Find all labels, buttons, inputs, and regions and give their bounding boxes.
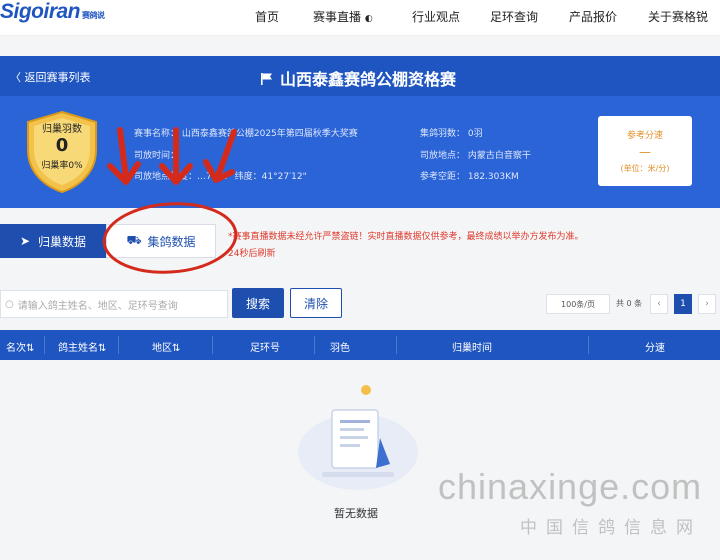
- search-icon: ○: [5, 298, 14, 310]
- tab-returned-data[interactable]: ➤ 归巢数据: [0, 224, 106, 258]
- search-button[interactable]: 搜索: [232, 288, 284, 318]
- release-time: 司放时间：: [134, 151, 180, 161]
- returned-count-value: 0: [55, 135, 69, 156]
- nav-item-opinion[interactable]: 行业观点: [412, 8, 460, 25]
- release-place: 司放地点： 内蒙古白音察干: [420, 151, 531, 161]
- results-table-header: 名次⇅ 鸽主姓名⇅ 地区⇅ 足环号 羽色 归巢时间 分速: [0, 330, 720, 360]
- col-owner-name[interactable]: 鸽主姓名⇅: [58, 339, 106, 354]
- collect-count: 集鸽羽数： 0羽: [420, 129, 483, 139]
- prev-page-button[interactable]: ‹: [650, 294, 668, 314]
- race-title-text: 山西泰鑫赛鸽公棚资格赛: [280, 70, 457, 89]
- tab-collect-data[interactable]: ⛟ 集鸽数据: [106, 224, 216, 258]
- col-return-time: 归巢时间: [452, 343, 492, 354]
- truck-icon: ⛟: [126, 233, 142, 247]
- site-logo[interactable]: Sigoiran 赛鸽说: [0, 0, 105, 24]
- ref-speed-value: —: [639, 145, 651, 159]
- ref-distance: 参考空距： 182.303KM: [420, 172, 519, 182]
- empty-data-illustration: [298, 385, 418, 490]
- logo-text: Sigoiran: [0, 0, 81, 23]
- clear-button[interactable]: 清除: [290, 288, 342, 318]
- race-title: 山西泰鑫赛鸽公棚资格赛: [260, 66, 456, 90]
- race-info-panel: 归巢羽数 0 归巢率0% 赛事名称： 山西泰鑫赛鸽公棚2025年第四届秋季大奖赛…: [0, 96, 720, 208]
- nav-item-price[interactable]: 产品报价: [569, 8, 617, 25]
- disclaimer-notice: *赛事直播数据未经允许严禁盗链！实时直播数据仅供参考，最终成绩以举办方发布为准。: [228, 232, 584, 242]
- col-feather-color: 羽色: [330, 343, 350, 354]
- page-size-select[interactable]: 100条/页: [546, 294, 610, 314]
- tab-collect-label: 集鸽数据: [147, 234, 196, 249]
- watermark-domain: chinaxinge.com: [438, 466, 703, 507]
- back-to-list-link[interactable]: 〈 返回赛事列表: [10, 69, 91, 85]
- watermark-site-name: 中国信鸽信息网: [520, 518, 702, 538]
- ref-speed-label: 参考分速: [626, 131, 663, 141]
- returned-count-label: 归巢羽数: [42, 124, 82, 135]
- flag-icon: [261, 73, 272, 85]
- nav-item-about[interactable]: 关于赛格锐: [648, 8, 708, 25]
- nav-item-live-label: 赛事直播: [313, 10, 362, 24]
- return-rate: 归巢率0%: [41, 161, 83, 171]
- ref-speed-unit: (单位：米/分): [620, 164, 670, 173]
- release-coords: 司放地点经度：…7°28" 纬度：41°27′12": [134, 172, 307, 182]
- col-speed: 分速: [645, 343, 665, 354]
- current-page-button[interactable]: 1: [674, 294, 692, 314]
- nav-item-live[interactable]: 赛事直播 ◐: [313, 8, 373, 25]
- tab-returned-label: 归巢数据: [38, 234, 87, 249]
- next-page-button[interactable]: ›: [698, 294, 716, 314]
- total-count: 共 0 条: [616, 299, 643, 308]
- col-rank[interactable]: 名次⇅: [6, 339, 34, 354]
- nav-item-ring-search[interactable]: 足环查询: [490, 8, 538, 25]
- nav-item-home[interactable]: 首页: [255, 8, 279, 25]
- top-nav: Sigoiran 赛鸽说 首页 赛事直播 ◐ 行业观点 足环查询 产品报价 关于赛…: [0, 0, 720, 36]
- play-icon: ➤: [19, 234, 31, 248]
- search-placeholder: 请输入鸽主姓名、地区、足环号查询: [17, 300, 178, 312]
- race-name: 赛事名称： 山西泰鑫赛鸽公棚2025年第四届秋季大奖赛: [134, 129, 358, 139]
- returned-stats: 归巢羽数 0 归巢率0%: [24, 110, 100, 171]
- logo-sub: 赛鸽说: [82, 11, 105, 20]
- live-icon: ◐: [364, 14, 373, 24]
- ref-speed-card: 参考分速 — (单位：米/分): [598, 116, 692, 186]
- col-ring-number: 足环号: [250, 343, 280, 354]
- col-region[interactable]: 地区⇅: [152, 339, 180, 354]
- refresh-countdown: 24秒后刷新: [228, 249, 276, 259]
- search-input[interactable]: ○ 请输入鸽主姓名、地区、足环号查询: [0, 290, 228, 318]
- empty-data-text: 暂无数据: [334, 507, 378, 520]
- race-title-bar: 〈 返回赛事列表 山西泰鑫赛鸽公棚资格赛: [0, 56, 720, 96]
